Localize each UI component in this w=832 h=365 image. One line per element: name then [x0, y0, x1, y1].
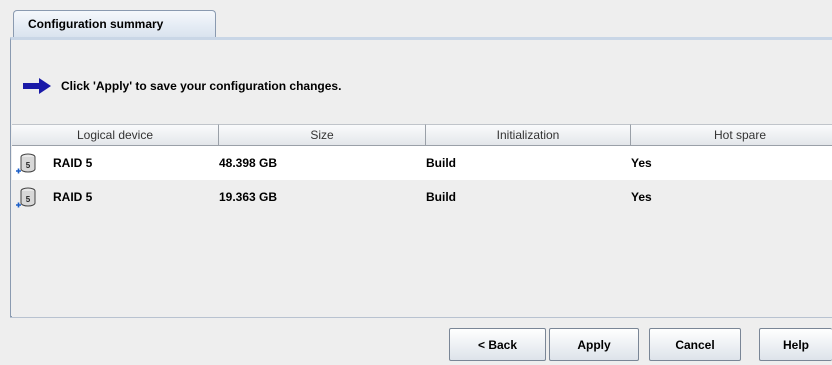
- table-header: Logical device Size Initialization Hot s…: [12, 124, 832, 146]
- back-button[interactable]: < Back: [449, 328, 546, 361]
- svg-text:5: 5: [26, 195, 31, 204]
- apply-button[interactable]: Apply: [549, 328, 639, 361]
- tab-configuration-summary[interactable]: Configuration summary: [13, 10, 216, 38]
- message-text: Click 'Apply' to save your configuration…: [61, 79, 342, 93]
- raid5-disk-icon: 5: [16, 187, 36, 208]
- column-header-logical-device[interactable]: Logical device: [12, 124, 219, 146]
- svg-text:5: 5: [26, 161, 31, 170]
- tab-label: Configuration summary: [28, 17, 164, 31]
- column-header-size[interactable]: Size: [219, 124, 426, 146]
- column-header-hot-spare[interactable]: Hot spare: [631, 124, 832, 146]
- cancel-button[interactable]: Cancel: [649, 328, 741, 361]
- logical-device-name: RAID 5: [53, 190, 93, 204]
- size-value: 19.363 GB: [219, 190, 278, 204]
- initialization-value: Build: [426, 190, 456, 204]
- help-button[interactable]: Help: [759, 328, 832, 361]
- logical-device-name: RAID 5: [53, 156, 93, 170]
- hot-spare-value: Yes: [631, 156, 652, 170]
- configuration-summary-panel: Click 'Apply' to save your configuration…: [10, 37, 832, 318]
- column-header-initialization[interactable]: Initialization: [426, 124, 631, 146]
- table-row[interactable]: 5 RAID 5 19.363 GB Build Yes: [12, 180, 832, 214]
- arrow-right-icon: [23, 78, 51, 94]
- info-message: Click 'Apply' to save your configuration…: [21, 75, 341, 97]
- table-row[interactable]: 5 RAID 5 48.398 GB Build Yes: [12, 146, 832, 180]
- raid5-disk-icon: 5: [16, 153, 36, 174]
- initialization-value: Build: [426, 156, 456, 170]
- hot-spare-value: Yes: [631, 190, 652, 204]
- summary-table: Logical device Size Initialization Hot s…: [12, 124, 832, 318]
- size-value: 48.398 GB: [219, 156, 278, 170]
